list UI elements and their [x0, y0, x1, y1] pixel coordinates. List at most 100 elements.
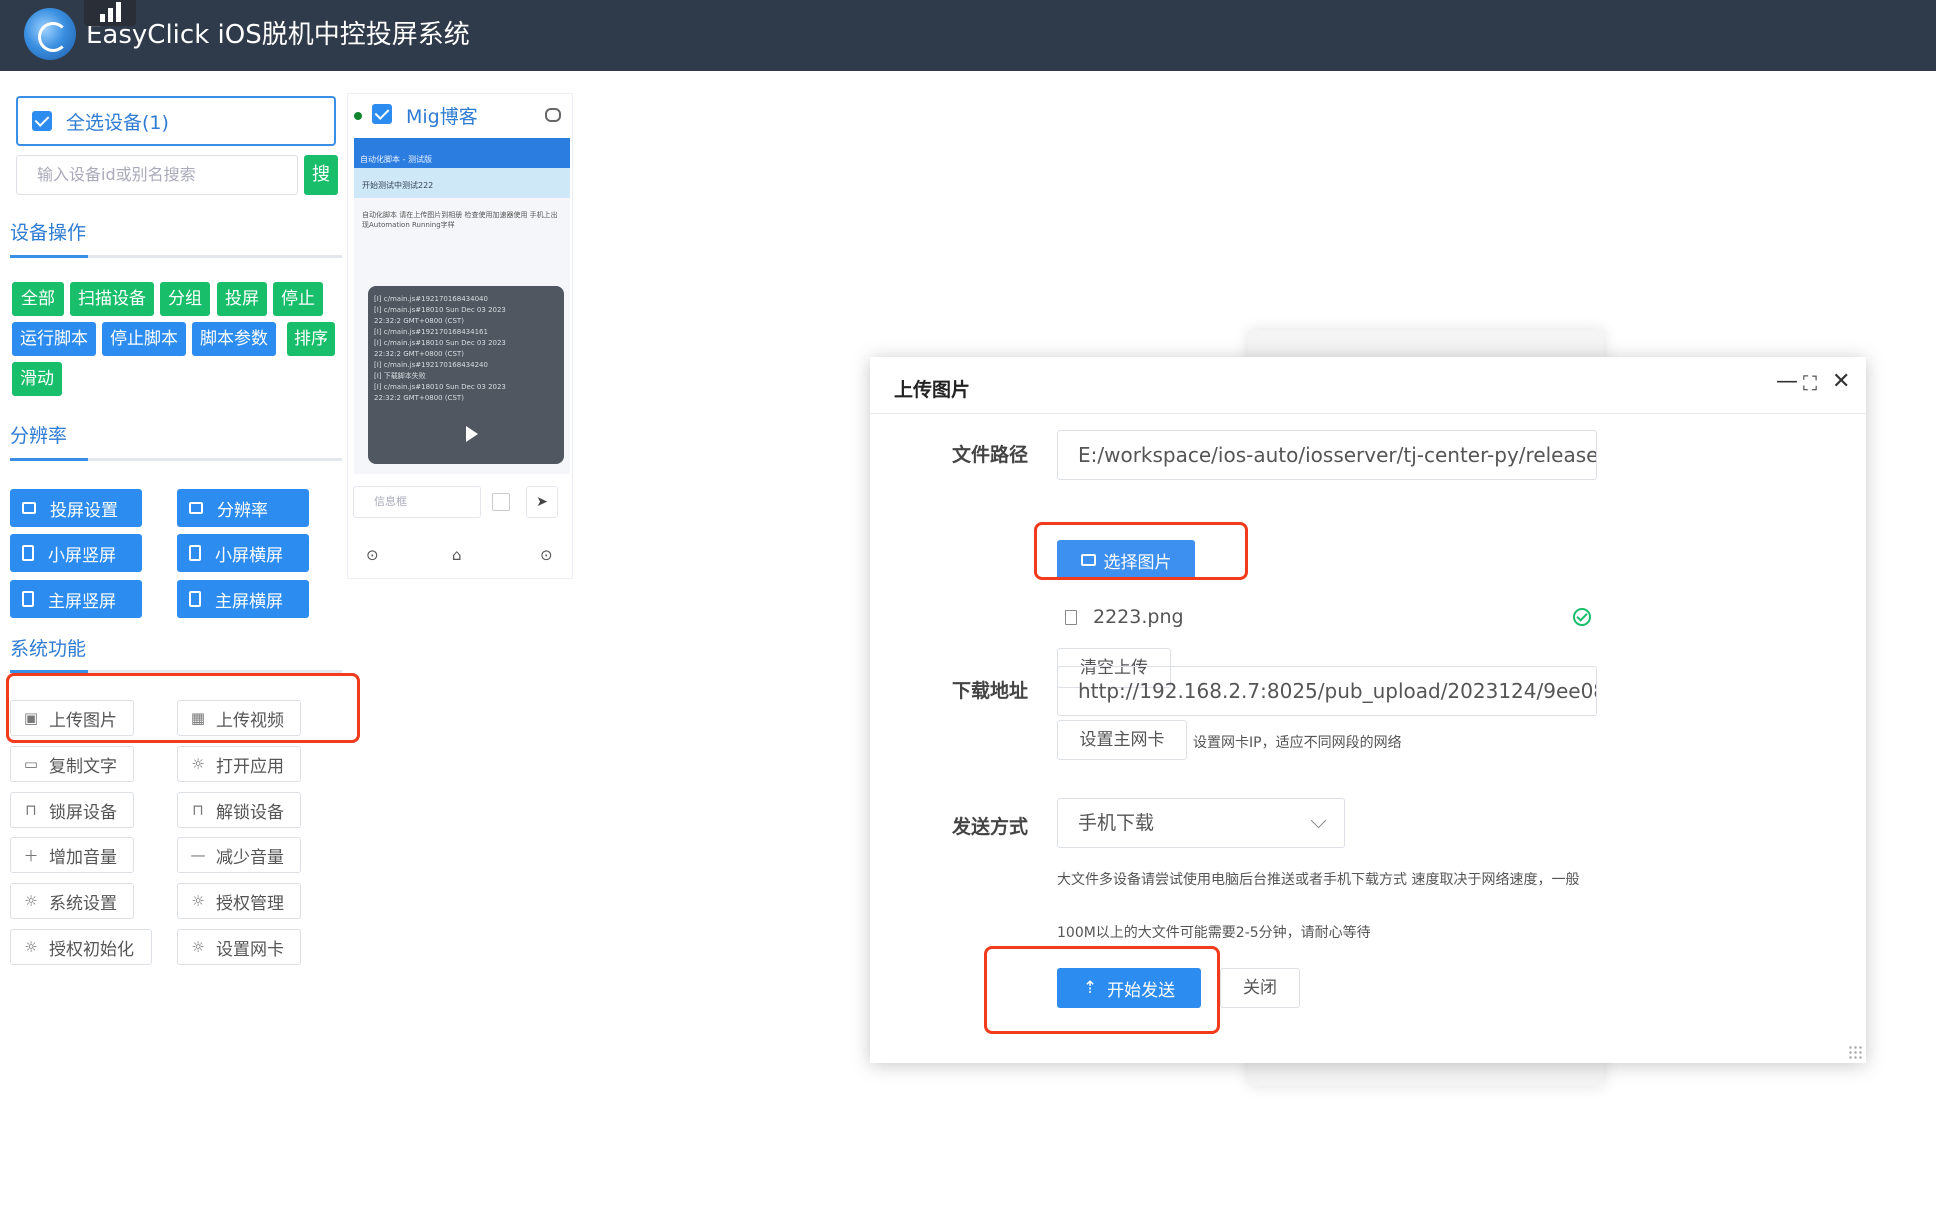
- log-line: [I] c/main.js#18010 Sun Dec 03 2023: [374, 339, 506, 347]
- button-label: 解锁设备: [216, 802, 284, 823]
- sort-button[interactable]: 排序: [287, 322, 335, 356]
- section-divider: [10, 458, 342, 461]
- monitor-icon: [189, 502, 203, 514]
- screen-subheader: 开始测试中测试222: [354, 168, 570, 198]
- device-card: Mig博客 自动化脚本 - 测试版 开始测试中测试222 自动化脚本 请在上传图…: [347, 93, 573, 579]
- system-functions-title: 系统功能: [10, 638, 87, 660]
- button-label: 分辨率: [217, 500, 268, 521]
- monitor-icon: [22, 502, 36, 514]
- device-search: 输入设备id或别名搜索 搜: [16, 155, 338, 195]
- lock-device-button[interactable]: ⊓ 锁屏设备: [10, 792, 134, 828]
- button-label: 锁屏设备: [49, 802, 117, 823]
- resolution-button[interactable]: 分辨率: [177, 489, 309, 527]
- fullscreen-icon[interactable]: ⛶: [1803, 371, 1817, 395]
- device-search-input[interactable]: 输入设备id或别名搜索: [16, 155, 298, 195]
- cast-settings-button[interactable]: 投屏设置: [10, 489, 142, 527]
- system-settings-button[interactable]: ☼ 系统设置: [10, 883, 134, 919]
- device-op-all-button[interactable]: 全部: [12, 282, 64, 316]
- unlock-icon: ⊓: [192, 801, 204, 819]
- set-nic-button[interactable]: ☼ 设置网卡: [177, 929, 301, 965]
- license-init-button[interactable]: ☼ 授权初始化: [10, 929, 152, 965]
- minus-icon: —: [190, 846, 206, 864]
- small-landscape-button[interactable]: 小屏横屏: [177, 534, 309, 572]
- volume-down-button[interactable]: — 减少音量: [177, 837, 301, 873]
- unlock-device-button[interactable]: ⊓ 解锁设备: [177, 792, 301, 828]
- button-label: 小屏竖屏: [48, 545, 116, 566]
- copy-text-button[interactable]: ▭ 复制文字: [10, 746, 134, 782]
- select-all-label: 全选设备(1): [66, 111, 169, 134]
- group-button[interactable]: 分组: [160, 282, 210, 316]
- tablet-icon: [189, 545, 201, 561]
- button-label: 授权管理: [216, 893, 284, 914]
- small-portrait-button[interactable]: 小屏竖屏: [10, 534, 142, 572]
- gear-icon: ☼: [24, 938, 38, 956]
- success-check-icon: [1573, 608, 1591, 626]
- play-icon[interactable]: [466, 426, 478, 442]
- send-mode-value: 手机下载: [1078, 812, 1155, 834]
- screen-header-text: 自动化脚本 - 测试版: [360, 155, 432, 164]
- select-all-checkbox[interactable]: 全选设备(1): [16, 96, 336, 146]
- button-label: 复制文字: [49, 756, 117, 777]
- run-script-button[interactable]: 运行脚本: [12, 322, 96, 356]
- button-label: 减少音量: [216, 847, 284, 868]
- highlight-box-upload: [6, 673, 360, 743]
- license-management-button[interactable]: ☼ 授权管理: [177, 883, 301, 919]
- stop-script-button[interactable]: 停止脚本: [102, 322, 186, 356]
- top-bar: EasyClick iOS脱机中控投屏系统: [0, 0, 1936, 71]
- script-params-button[interactable]: 脚本参数: [192, 322, 276, 356]
- app-logo-icon: [24, 8, 76, 60]
- send-mode-select[interactable]: 手机下载: [1057, 798, 1345, 848]
- file-path-input[interactable]: E:/workspace/ios-auto/iosserver/tj-cente…: [1057, 430, 1597, 480]
- minimize-icon[interactable]: —: [1776, 369, 1798, 394]
- file-path-label: 文件路径: [951, 444, 1028, 466]
- recent-apps-icon[interactable]: ⊙: [366, 546, 379, 564]
- send-icon[interactable]: ➤: [526, 486, 558, 518]
- gear-icon: ☼: [24, 892, 38, 910]
- set-main-nic-button[interactable]: 设置主网卡: [1057, 720, 1187, 760]
- message-checkbox[interactable]: [492, 493, 510, 511]
- volume-up-button[interactable]: ＋ 增加音量: [10, 837, 134, 873]
- main-landscape-button[interactable]: 主屏横屏: [177, 580, 309, 618]
- home-icon[interactable]: ⌂: [452, 546, 462, 564]
- button-label: 系统设置: [49, 893, 117, 914]
- link-icon[interactable]: [545, 108, 561, 122]
- button-label: 主屏横屏: [215, 591, 283, 612]
- back-icon[interactable]: ⊙: [540, 546, 553, 564]
- log-line: [I] c/main.js#192170168434240: [374, 361, 488, 369]
- swipe-button[interactable]: 滑动: [12, 362, 62, 396]
- log-line: 22:32:2 GMT+0800 (CST): [374, 394, 464, 402]
- device-screen-preview[interactable]: 自动化脚本 - 测试版 开始测试中测试222 自动化脚本 请在上传图片到相册 检…: [354, 138, 570, 474]
- gear-icon: ☼: [191, 938, 205, 956]
- cast-button[interactable]: 投屏: [217, 282, 267, 316]
- tablet-icon: [22, 591, 34, 607]
- upload-image-dialog: 上传图片 — ⛶ ✕ 文件路径 E:/workspace/ios-auto/io…: [870, 357, 1866, 1063]
- search-button[interactable]: 搜: [304, 155, 338, 195]
- scan-devices-button[interactable]: 扫描设备: [70, 282, 154, 316]
- file-name: 2223.png: [1093, 606, 1184, 628]
- left-panel: 全选设备(1) 输入设备id或别名搜索 搜 设备操作 全部 扫描设备 分组 投屏…: [0, 71, 360, 1210]
- highlight-box-choose: [1034, 522, 1248, 580]
- section-divider: [10, 255, 342, 258]
- stop-button[interactable]: 停止: [273, 282, 323, 316]
- button-label: 主屏竖屏: [48, 591, 116, 612]
- device-checkbox[interactable]: [372, 104, 392, 124]
- log-line: [I] c/main.js#192170168434040: [374, 295, 488, 303]
- button-label: 授权初始化: [49, 939, 134, 960]
- screen-header: 自动化脚本 - 测试版: [354, 138, 570, 168]
- open-app-button[interactable]: ☼ 打开应用: [177, 746, 301, 782]
- log-line: [I] c/main.js#18010 Sun Dec 03 2023: [374, 306, 506, 314]
- close-button[interactable]: 关闭: [1220, 968, 1300, 1008]
- button-label: 投屏设置: [50, 500, 118, 521]
- signal-bars-icon: [84, 0, 136, 26]
- button-label: 增加音量: [49, 847, 117, 868]
- tablet-icon: [189, 591, 201, 607]
- resize-handle-icon[interactable]: [1848, 1045, 1862, 1059]
- message-input[interactable]: 信息框: [353, 486, 481, 518]
- resolution-title: 分辨率: [10, 425, 68, 447]
- main-portrait-button[interactable]: 主屏竖屏: [10, 580, 142, 618]
- plus-icon: ＋: [23, 846, 39, 865]
- tablet-icon: [22, 545, 34, 561]
- download-url-input[interactable]: http://192.168.2.7:8025/pub_upload/20231…: [1057, 666, 1597, 716]
- close-icon[interactable]: ✕: [1832, 369, 1850, 394]
- chevron-down-icon: [1310, 812, 1327, 829]
